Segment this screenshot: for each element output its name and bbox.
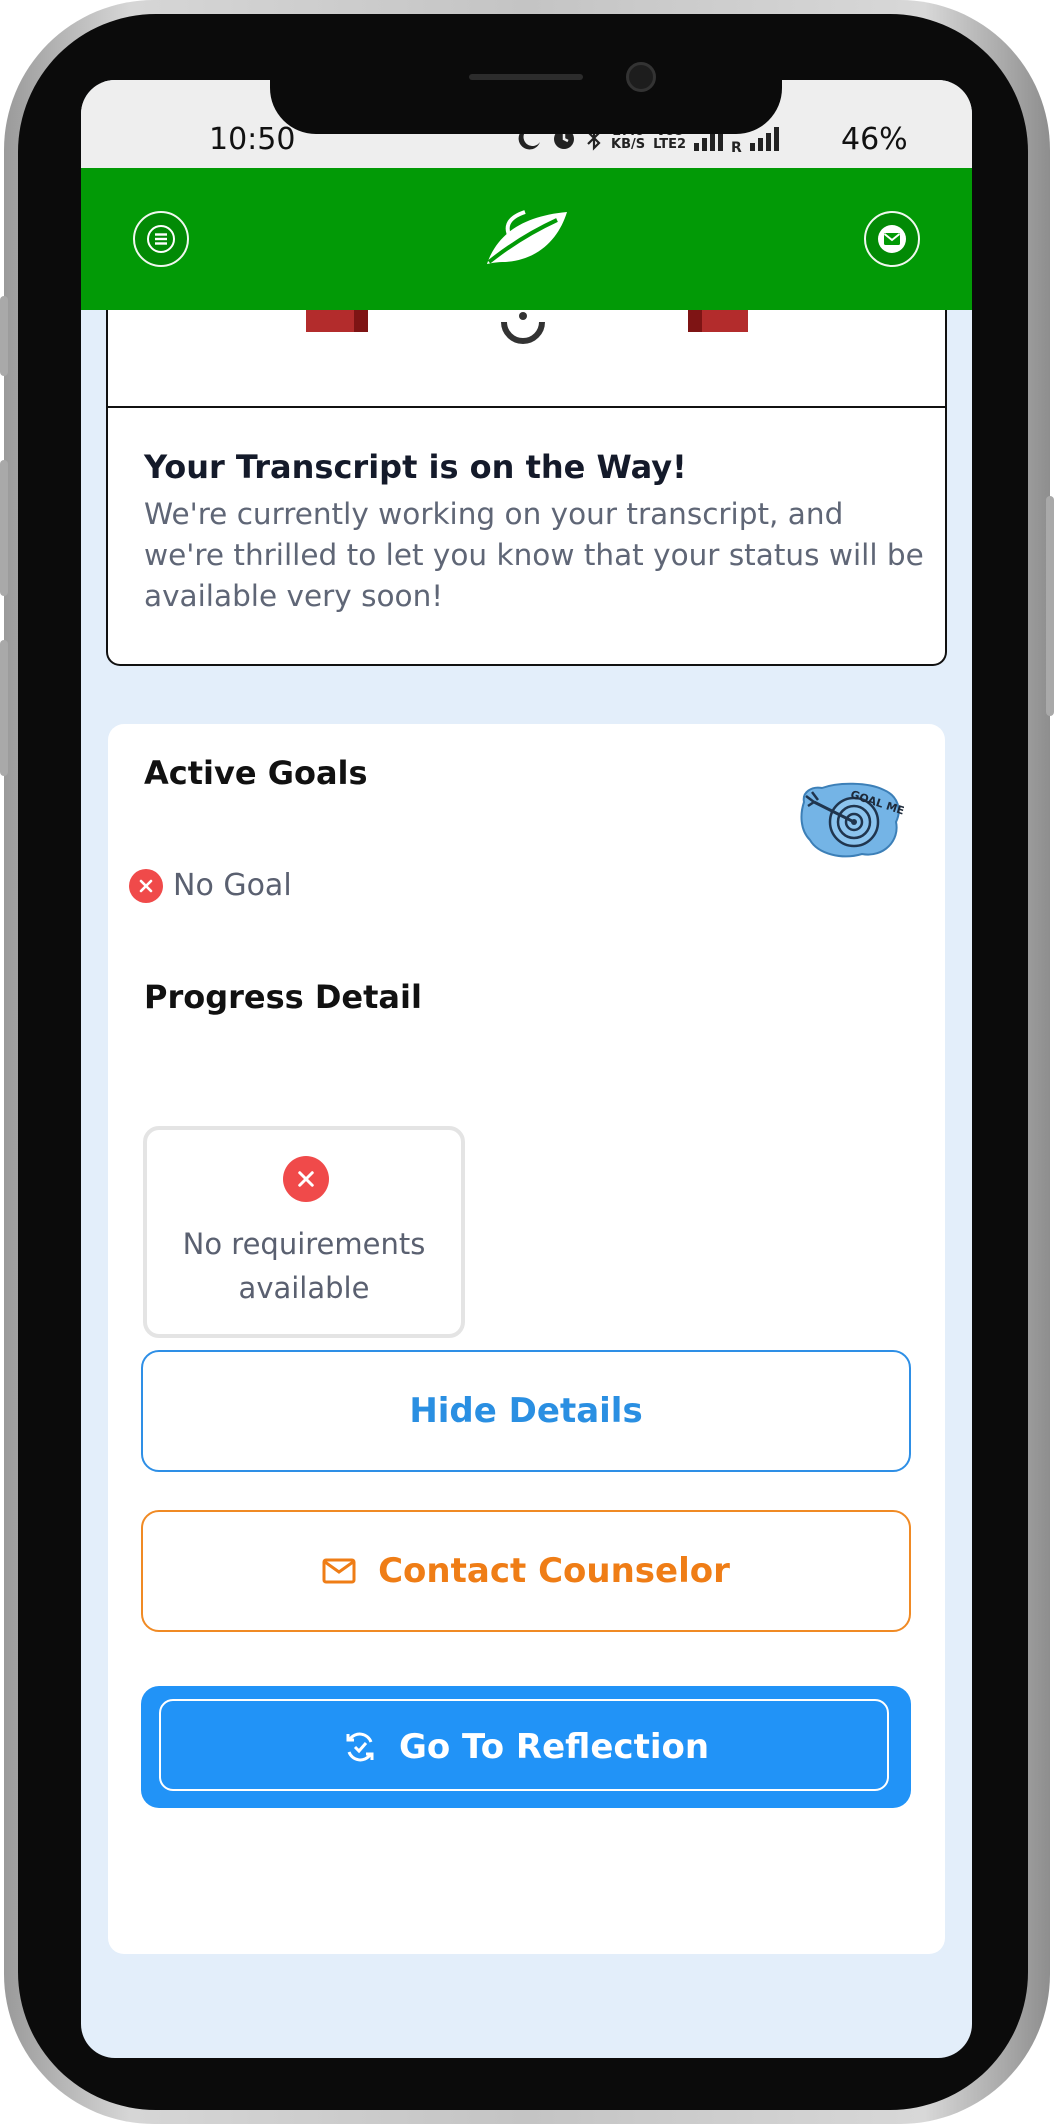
transcript-title: Your Transcript is on the Way! [144,448,687,486]
mail-button[interactable] [864,211,920,267]
requirements-box: No requirements available [143,1126,465,1338]
no-requirements-text: No requirements available [182,1227,426,1305]
leaf-logo[interactable] [483,208,569,268]
battery-level: 46% [841,122,908,157]
speaker-grille [469,74,583,80]
refresh-check-icon [346,1732,374,1762]
transcript-illustration [108,310,945,408]
menu-icon [147,225,175,253]
status-time: 10:50 [209,122,296,157]
go-to-reflection-label: Go To Reflection [398,1727,710,1767]
error-x-icon [129,868,163,903]
no-goal-label: No Goal [173,868,292,903]
side-button [0,640,8,776]
roaming-label: R [731,140,742,156]
side-button [0,460,8,596]
progress-detail-title: Progress Detail [144,978,422,1016]
go-to-reflection-button[interactable]: Go To Reflection [141,1686,911,1808]
active-goals-title: Active Goals [144,754,368,792]
no-goal-item: No Goal [129,868,292,903]
goal-met-badge-icon: GOAL MET! [800,782,904,858]
contact-counselor-button[interactable]: Contact Counselor [141,1510,911,1632]
hide-details-label: Hide Details [409,1391,643,1431]
transcript-message: We're currently working on your transcri… [144,497,924,613]
contact-counselor-label: Contact Counselor [378,1551,730,1591]
menu-button[interactable] [133,211,189,267]
transcript-card: Your Transcript is on the Way! We're cur… [106,310,947,666]
side-button [0,296,8,376]
screen: 10:50 17.0KB/S Vo8LTE2 R 46% [81,80,972,2058]
hide-details-button[interactable]: Hide Details [141,1350,911,1472]
front-camera [626,62,656,92]
mail-outline-icon [322,1558,356,1584]
error-x-icon [283,1156,329,1202]
mail-icon [878,225,906,253]
power-button [1046,496,1054,716]
app-header [81,168,972,310]
